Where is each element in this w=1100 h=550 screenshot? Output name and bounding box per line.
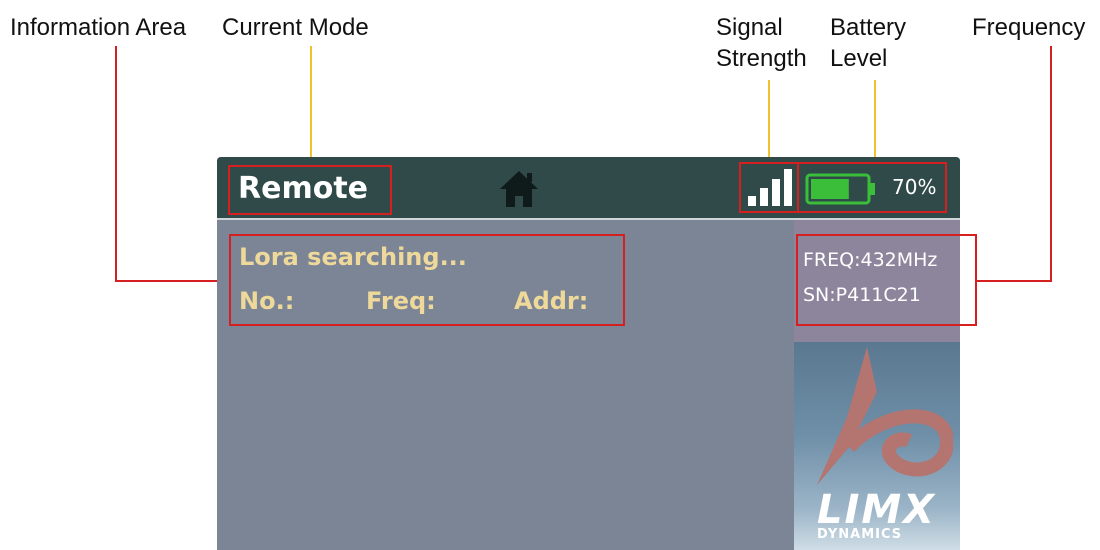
information-area-callout: Information Area bbox=[10, 14, 187, 41]
signal-strength-callout-line1: Signal bbox=[716, 14, 783, 41]
signal-leader bbox=[768, 80, 770, 165]
info-leader-horizontal bbox=[115, 280, 229, 282]
battery-level-callout: Battery Level bbox=[830, 12, 930, 74]
frequency-leader-vertical bbox=[1050, 46, 1052, 282]
battery-level-callout-line2: Level bbox=[830, 45, 888, 72]
battery-highlight bbox=[797, 162, 947, 213]
mode-leader bbox=[310, 46, 312, 165]
home-icon[interactable] bbox=[498, 169, 540, 209]
limx-logo-icon bbox=[817, 347, 953, 485]
current-mode-callout: Current Mode bbox=[222, 14, 369, 41]
signal-strength-callout: Signal Strength bbox=[716, 12, 816, 74]
frequency-callout: Frequency bbox=[972, 14, 1086, 41]
info-leader-vertical bbox=[115, 46, 117, 282]
logo-subtitle: DYNAMICS bbox=[817, 527, 903, 542]
signal-strength-callout-line2: Strength bbox=[716, 45, 807, 72]
battery-leader bbox=[874, 80, 876, 165]
frequency-leader-horizontal bbox=[976, 280, 1052, 282]
signal-highlight bbox=[739, 162, 799, 213]
device-screen: Remote 70% Lora searching... No.: Freq: … bbox=[217, 157, 960, 550]
battery-level-callout-line1: Battery bbox=[830, 14, 907, 41]
frequency-highlight bbox=[796, 234, 977, 326]
current-mode-highlight bbox=[228, 165, 392, 215]
information-area-highlight bbox=[229, 234, 625, 326]
